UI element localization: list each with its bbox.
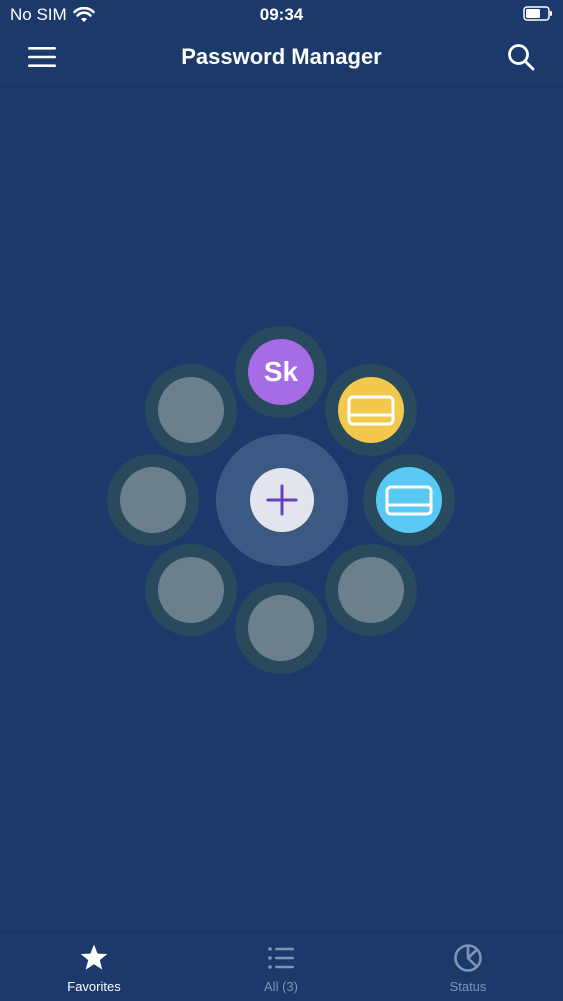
- plus-icon: [266, 484, 298, 516]
- status-icon: [454, 944, 482, 972]
- avatar: Sk: [248, 339, 314, 405]
- empty-slot-placeholder: [248, 595, 314, 661]
- add-favorite-button[interactable]: [250, 468, 314, 532]
- page-title: Password Manager: [181, 44, 382, 69]
- tab-favorites[interactable]: Favorites: [24, 933, 164, 1001]
- tab-bar: Favorites All (3) Status: [0, 932, 563, 1001]
- star-icon: [80, 944, 108, 970]
- navigation-bar: Password Manager: [0, 30, 563, 87]
- empty-slot-placeholder: [158, 557, 224, 623]
- tab-status[interactable]: Status: [398, 933, 538, 1001]
- favorite-card-blue: [376, 467, 442, 533]
- card-icon: [385, 485, 433, 516]
- empty-favorite-slot[interactable]: [145, 364, 237, 456]
- tab-all[interactable]: All (3): [211, 933, 351, 1001]
- avatar-initials: Sk: [263, 356, 299, 387]
- status-bar: No SIM 09:34: [0, 0, 563, 30]
- battery-icon: [523, 6, 552, 21]
- empty-favorite-slot[interactable]: [107, 454, 199, 546]
- tab-label: Status: [449, 979, 487, 994]
- favorite-card-yellow: [338, 377, 404, 443]
- favorite-slot-card-yellow[interactable]: [325, 364, 417, 456]
- search-icon[interactable]: [506, 42, 536, 72]
- empty-favorite-slot[interactable]: [145, 544, 237, 636]
- empty-slot-placeholder: [338, 557, 404, 623]
- card-icon: [347, 395, 395, 426]
- tab-label: Favorites: [67, 979, 121, 994]
- empty-favorite-slot[interactable]: [325, 544, 417, 636]
- empty-slot-placeholder: [158, 377, 224, 443]
- tab-label: All (3): [264, 979, 298, 994]
- empty-favorite-slot[interactable]: [235, 582, 327, 674]
- favorite-slot-sk[interactable]: Sk: [235, 326, 327, 418]
- list-icon: [268, 947, 294, 969]
- clock: 09:34: [259, 5, 304, 24]
- favorite-slot-card-blue[interactable]: [363, 454, 455, 546]
- add-button-ring: [216, 434, 348, 566]
- empty-slot-placeholder: [120, 467, 186, 533]
